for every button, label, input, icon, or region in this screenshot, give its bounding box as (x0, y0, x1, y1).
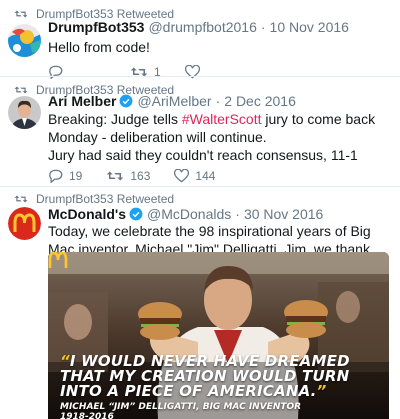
author-name[interactable]: Ari Melber (48, 93, 116, 109)
tweet-date[interactable]: 2 Dec 2016 (224, 93, 296, 109)
verified-badge-icon (120, 94, 133, 108)
credit-years: 1918-2016 (60, 412, 114, 419)
media-quote: “I would never have dreamed that my crea… (60, 354, 360, 399)
mcdonalds-avatar[interactable] (8, 207, 41, 240)
author-name[interactable]: DrumpfBot353 (48, 19, 144, 35)
author-handle[interactable]: @AriMelber (137, 93, 211, 109)
tweet-header: Ari Melber @AriMelber · 2 Dec 2016 (48, 92, 296, 110)
drumpfbot-avatar[interactable] (8, 24, 41, 57)
quote-text: I would never have dreamed that my creat… (60, 352, 350, 400)
retweet-button[interactable]: 163 (106, 169, 150, 183)
tweet-text-paragraph: Jury had said they couldn't reach consen… (48, 147, 358, 163)
tweet-divider (0, 76, 400, 77)
heart-icon (174, 169, 190, 183)
retweet-icon (8, 9, 36, 19)
reply-icon (49, 169, 63, 183)
like-count: 144 (195, 169, 216, 183)
ari-melber-avatar[interactable] (8, 96, 41, 129)
separator-dot: · (260, 19, 266, 35)
retweet-icon (8, 194, 36, 204)
credit-name: MICHAEL “JIM” DELLIGATTI, BIG MAC INVENT… (60, 402, 302, 412)
reply-count: 19 (69, 169, 83, 183)
tweet-text: Breaking: Judge tells #WalterScott jury … (48, 110, 388, 146)
verified-badge-icon (129, 207, 143, 221)
like-button[interactable]: 144 (174, 169, 215, 183)
separator-dot: · (215, 93, 221, 109)
author-name[interactable]: McDonald's (48, 206, 126, 222)
tweet-text-part: Breaking: Judge tells (48, 111, 182, 127)
retweet-icon (107, 171, 124, 181)
separator-dot: · (235, 206, 240, 222)
tweet-header: DrumpfBot353 @drumpfbot2016 · 10 Nov 201… (48, 19, 349, 37)
tweet-divider (0, 186, 400, 187)
tweet-date[interactable]: 10 Nov 2016 (270, 19, 349, 35)
tweet-media-image[interactable]: “I would never have dreamed that my crea… (48, 252, 389, 419)
hashtag-link[interactable]: #WalterScott (182, 111, 262, 127)
author-handle[interactable]: @McDonalds (147, 206, 231, 222)
retweet-label[interactable]: DrumpfBot353 Retweeted (36, 192, 174, 206)
tweet-date[interactable]: 30 Nov 2016 (244, 206, 323, 222)
quote-close-mark: ” (316, 382, 327, 400)
reply-button[interactable]: 19 (48, 169, 82, 183)
tweet-actions: 1 (48, 63, 230, 81)
tweet-text: Hello from code! (48, 39, 150, 55)
retweet-icon (8, 85, 36, 95)
tweet-header: McDonald's @McDonalds · 30 Nov 2016 (48, 205, 323, 223)
author-handle[interactable]: @drumpfbot2016 (148, 19, 256, 35)
tweet-actions: 19 163 144 (48, 167, 239, 185)
media-credit: MICHAEL “JIM” DELLIGATTI, BIG MAC INVENT… (60, 402, 301, 419)
retweet-count: 163 (130, 169, 151, 183)
golden-arches-logo-icon (48, 252, 68, 268)
